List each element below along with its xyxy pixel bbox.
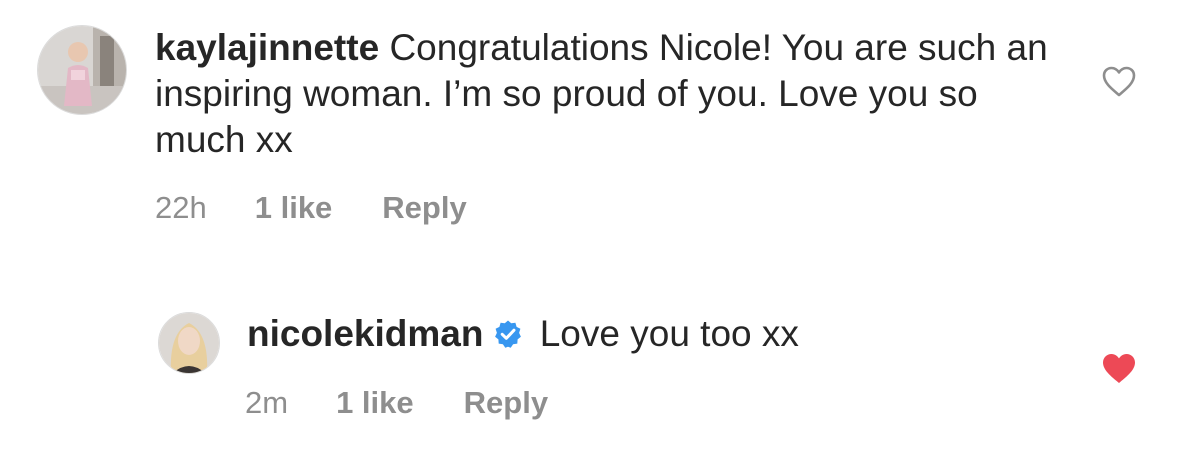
comment-text: kaylajinnette Congratulations Nicole! Yo… xyxy=(155,25,1055,163)
comment-timestamp: 22h xyxy=(155,190,207,225)
comment-like-count[interactable]: 1 like xyxy=(336,385,414,421)
comment-username[interactable]: kaylajinnette xyxy=(155,27,379,68)
reply-button[interactable]: Reply xyxy=(382,190,466,226)
profile-photo xyxy=(38,26,126,114)
comment-username[interactable]: nicolekidman xyxy=(247,313,483,354)
comment-timestamp: 2m xyxy=(245,385,289,420)
avatar[interactable] xyxy=(37,25,127,115)
avatar[interactable] xyxy=(158,312,220,374)
comment-body: Love you too xx xyxy=(539,313,799,354)
reply-button[interactable]: Reply xyxy=(464,385,548,421)
comment-meta: 2m 1 like Reply xyxy=(245,385,548,421)
profile-photo xyxy=(159,313,219,373)
comment-text: nicolekidman Love you too xx xyxy=(247,311,1047,357)
verified-badge-icon xyxy=(493,319,523,349)
comment-meta: 22h 1 like Reply xyxy=(155,190,467,226)
heart-filled-icon[interactable] xyxy=(1101,352,1137,385)
comment-like-count[interactable]: 1 like xyxy=(255,190,333,226)
heart-outline-icon[interactable] xyxy=(1101,65,1137,98)
